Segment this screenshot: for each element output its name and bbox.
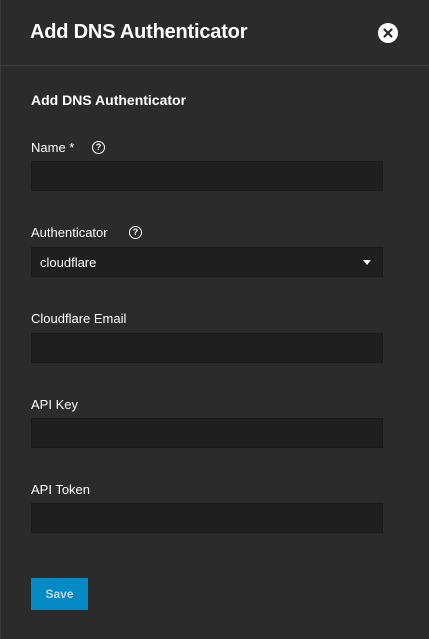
authenticator-help-icon[interactable]: ? [129,226,142,239]
api-token-label: API Token [31,482,91,497]
save-button[interactable]: Save [31,578,88,610]
name-input[interactable] [31,161,383,191]
api-key-label: API Key [31,397,78,412]
form-section-title: Add DNS Authenticator [31,92,187,108]
chevron-down-icon [363,260,371,265]
authenticator-select[interactable]: cloudflare [31,247,383,277]
authenticator-label: Authenticator [31,225,108,240]
close-button[interactable] [378,23,398,43]
api-key-input[interactable] [31,418,383,448]
add-dns-authenticator-panel: Add DNS Authenticator Add DNS Authentica… [0,0,429,639]
name-help-icon[interactable]: ? [92,141,105,154]
panel-header: Add DNS Authenticator [1,0,429,66]
api-token-input[interactable] [31,503,383,533]
name-label: Name * [31,140,75,155]
panel-title: Add DNS Authenticator [30,21,248,43]
cloudflare-email-label: Cloudflare Email [31,311,127,326]
authenticator-selected-value: cloudflare [40,255,97,270]
close-icon [383,28,393,38]
cloudflare-email-input[interactable] [31,333,383,363]
